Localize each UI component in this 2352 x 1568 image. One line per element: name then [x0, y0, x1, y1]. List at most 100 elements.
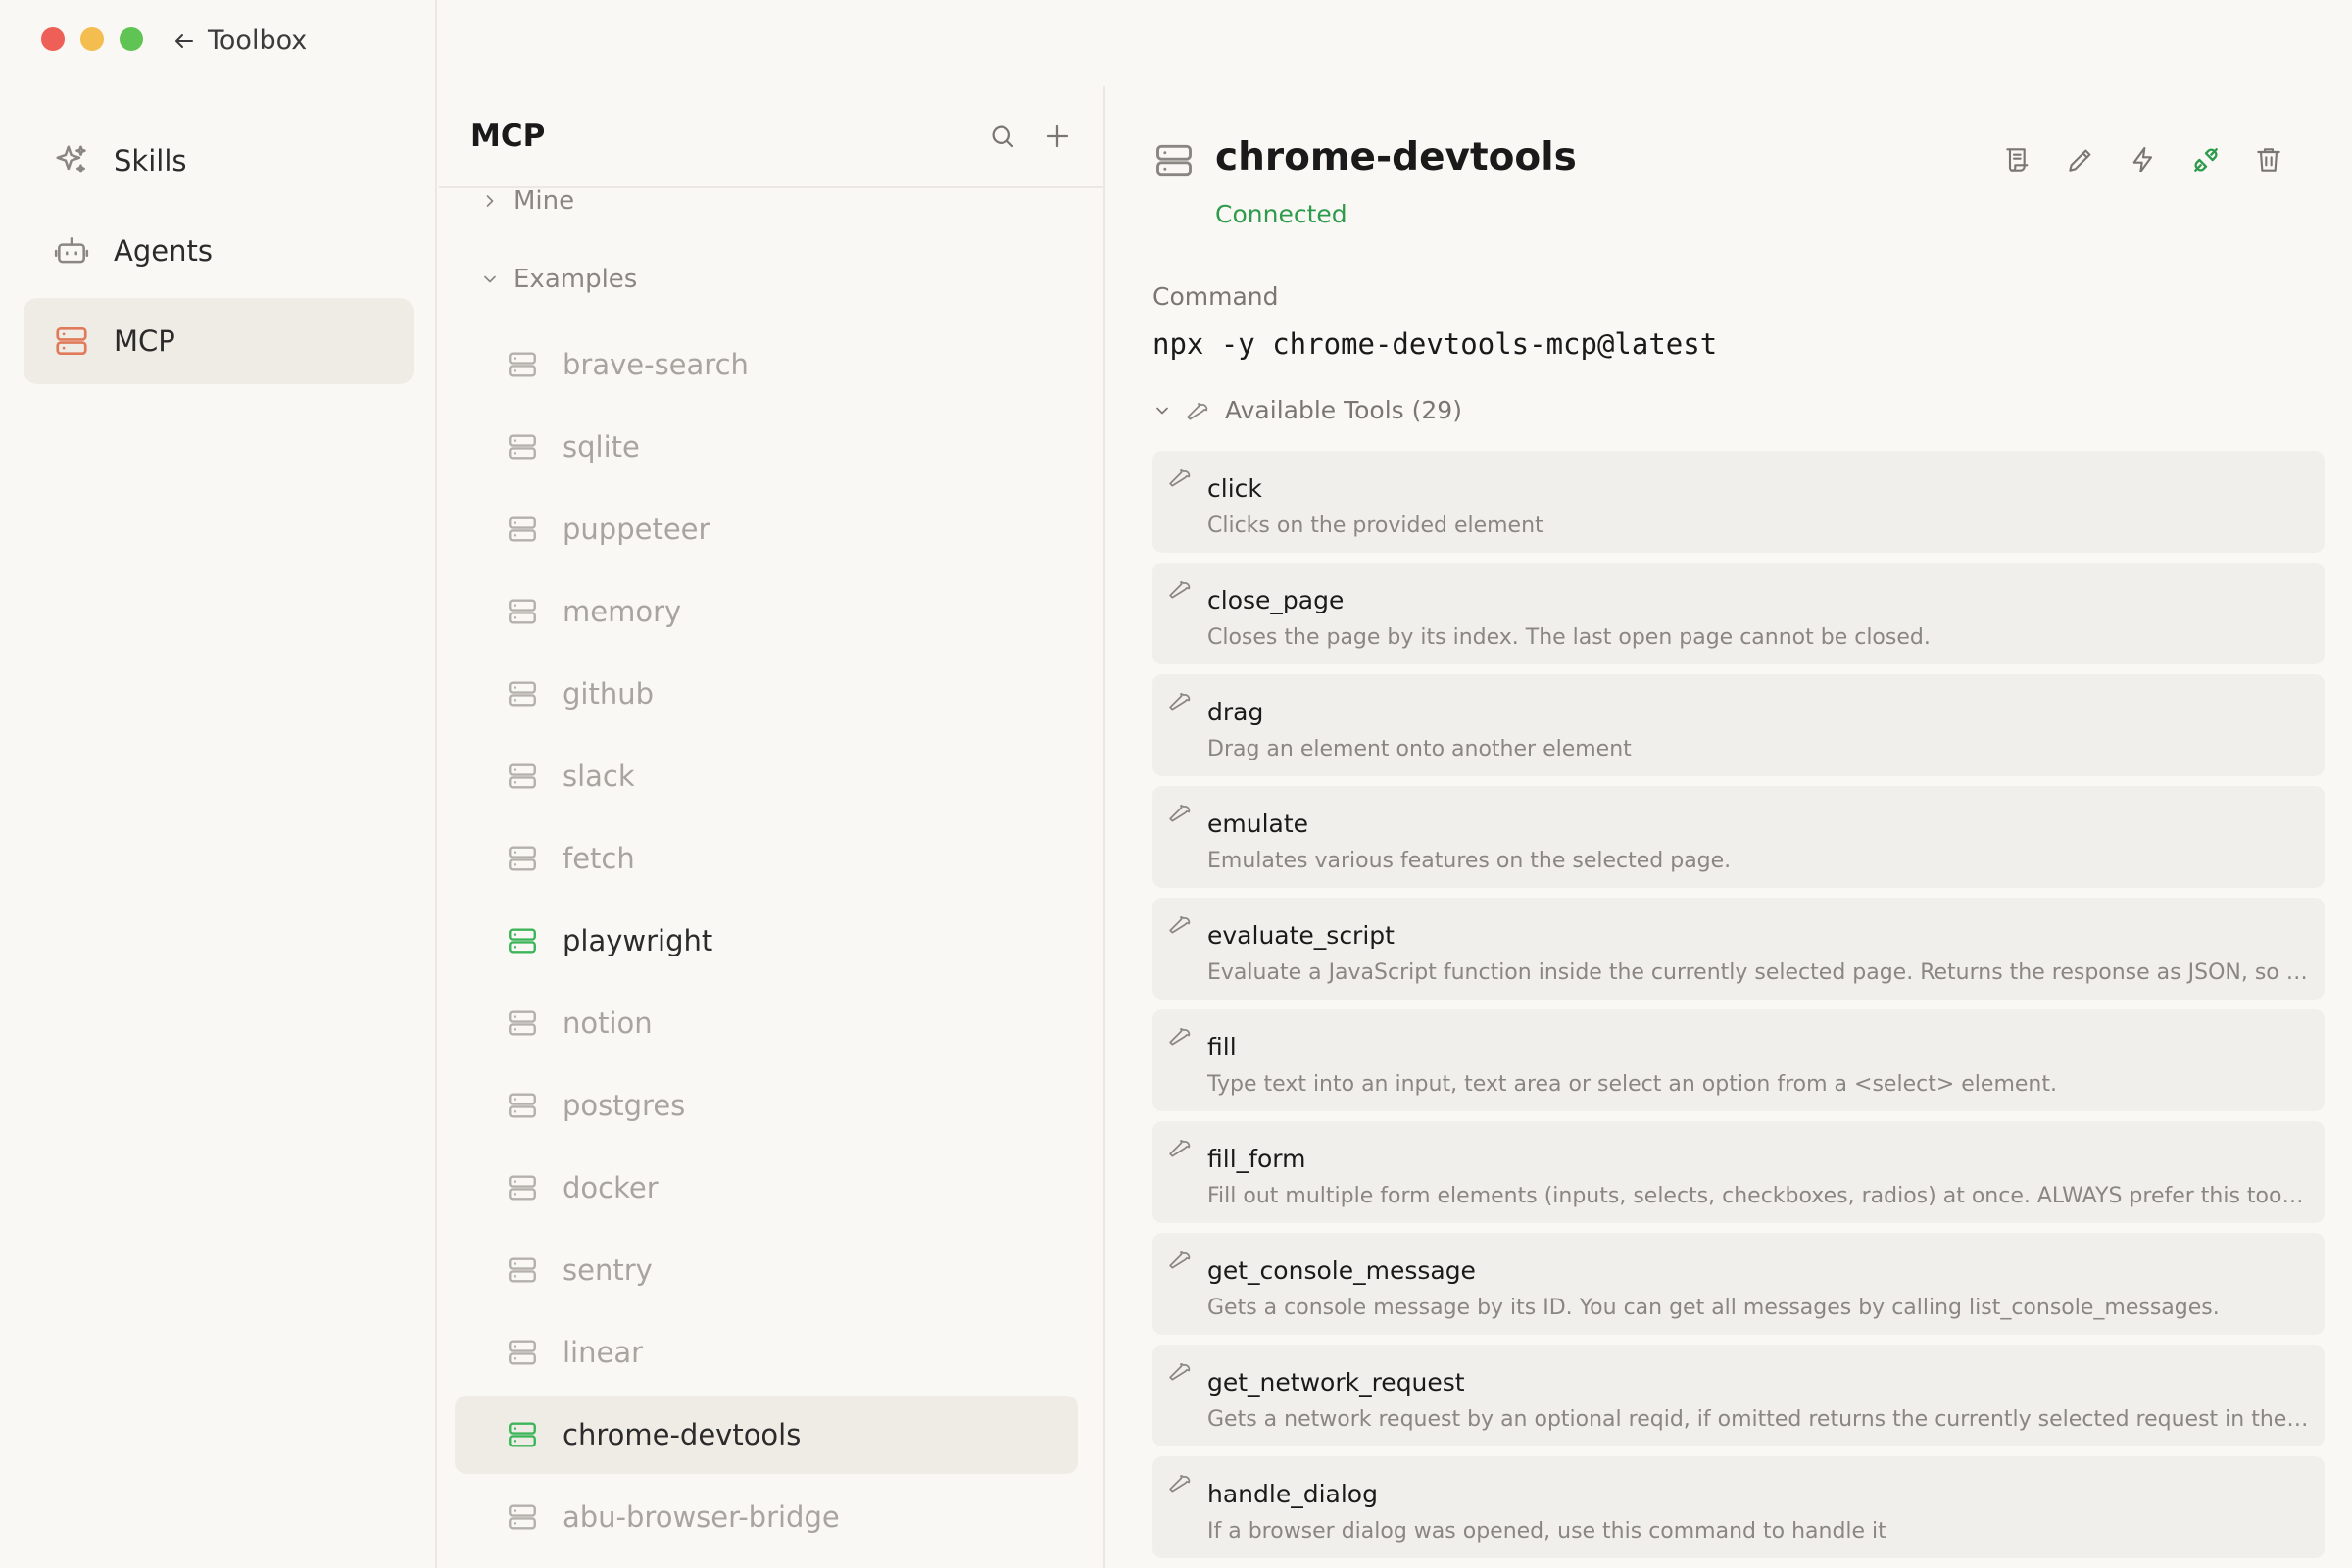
- tool-name: get_console_message: [1207, 1256, 1476, 1285]
- lightning-icon[interactable]: [2125, 141, 2162, 178]
- wrench-icon: [1168, 1358, 1194, 1384]
- sidebar-item-label: MCP: [114, 324, 175, 358]
- list-title: MCP: [470, 119, 546, 154]
- search-icon[interactable]: [988, 122, 1017, 151]
- server-item-abu-browser-bridge[interactable]: abu-browser-bridge: [455, 1478, 1078, 1556]
- tool-item[interactable]: evaluate_script Evaluate a JavaScript fun…: [1152, 898, 2325, 1000]
- command-value: npx -y chrome-devtools-mcp@latest: [1152, 327, 1718, 361]
- tool-item[interactable]: handle_dialog If a browser dialog was ope…: [1152, 1456, 2325, 1558]
- server-item-label: fetch: [563, 842, 635, 875]
- sidebar-item-label: Skills: [114, 144, 187, 177]
- server-icon: [506, 430, 539, 464]
- group-mine[interactable]: Mine: [439, 176, 574, 225]
- server-item-playwright[interactable]: playwright: [455, 902, 1078, 980]
- sidebar-nav: Skills Agents MCP: [0, 0, 437, 1568]
- sidebar-item-mcp[interactable]: MCP: [24, 298, 414, 384]
- tool-description: Gets a console message by its ID. You ca…: [1207, 1296, 2220, 1320]
- server-item-docker[interactable]: docker: [455, 1149, 1078, 1227]
- server-item-memory[interactable]: memory: [455, 572, 1078, 651]
- tool-description: Closes the page by its index. The last o…: [1207, 625, 1931, 650]
- server-icon: [506, 1500, 539, 1534]
- server-item-puppeteer[interactable]: puppeteer: [455, 490, 1078, 568]
- server-item-label: github: [563, 677, 655, 710]
- group-examples[interactable]: Examples: [439, 255, 637, 304]
- tool-name: handle_dialog: [1207, 1480, 1378, 1508]
- server-item-label: sentry: [563, 1253, 653, 1287]
- server-icon: [506, 595, 539, 628]
- available-tools-label: Available Tools (29): [1225, 396, 1462, 424]
- tool-description: Evaluate a JavaScript function inside th…: [1207, 960, 2309, 985]
- tool-name: drag: [1207, 698, 1264, 726]
- server-item-sqlite[interactable]: sqlite: [455, 408, 1078, 486]
- logs-icon[interactable]: [1999, 141, 2036, 178]
- tool-item[interactable]: click Clicks on the provided element: [1152, 451, 2325, 553]
- available-tools-toggle[interactable]: Available Tools (29): [1152, 396, 1462, 424]
- wrench-icon: [1168, 1023, 1194, 1049]
- server-icon: [506, 1171, 539, 1204]
- tool-item[interactable]: emulate Emulates various features on the …: [1152, 786, 2325, 888]
- server-icon: [506, 924, 539, 957]
- plug-connected-icon[interactable]: [2187, 141, 2225, 178]
- tool-item[interactable]: fill Type text into an input, text area o…: [1152, 1009, 2325, 1111]
- server-item-linear[interactable]: linear: [455, 1313, 1078, 1392]
- wrench-icon: [1168, 576, 1194, 602]
- robot-icon: [53, 232, 90, 270]
- server-icon: [506, 348, 539, 381]
- tool-name: emulate: [1207, 809, 1309, 838]
- server-icon: [506, 1336, 539, 1369]
- server-item-label: puppeteer: [563, 513, 710, 546]
- server-item-label: slack: [563, 760, 635, 793]
- server-item-notion[interactable]: notion: [455, 984, 1078, 1062]
- tool-description: Clicks on the provided element: [1207, 514, 1544, 538]
- server-list-panel: MCP Mine Examples brave-search sqlite pupp…: [439, 86, 1105, 1568]
- server-icon: [506, 677, 539, 710]
- server-icon: [506, 760, 539, 793]
- server-item-label: brave-search: [563, 348, 749, 381]
- server-title: chrome-devtools: [1215, 135, 1577, 179]
- server-item-label: sqlite: [563, 430, 640, 464]
- tool-item[interactable]: drag Drag an element onto another element: [1152, 674, 2325, 776]
- server-item-label: memory: [563, 595, 682, 628]
- tool-description: Fill out multiple form elements (inputs,…: [1207, 1184, 2309, 1208]
- wrench-icon: [1168, 1470, 1194, 1495]
- pencil-icon[interactable]: [2062, 141, 2099, 178]
- server-item-brave-search[interactable]: brave-search: [455, 325, 1078, 404]
- server-detail-panel: chrome-devtools Connected Command npx -y…: [1107, 86, 2352, 1568]
- command-label: Command: [1152, 282, 1279, 311]
- server-item-chrome-devtools[interactable]: chrome-devtools: [455, 1396, 1078, 1474]
- server-item-postgres[interactable]: postgres: [455, 1066, 1078, 1145]
- sidebar-item-agents[interactable]: Agents: [24, 208, 414, 294]
- server-item-fetch[interactable]: fetch: [455, 819, 1078, 898]
- tool-item[interactable]: close_page Closes the page by its index. …: [1152, 563, 2325, 664]
- sparkles-icon: [53, 142, 90, 179]
- server-item-sentry[interactable]: sentry: [455, 1231, 1078, 1309]
- tool-description: Emulates various features on the selecte…: [1207, 849, 1732, 873]
- wrench-icon: [1168, 1135, 1194, 1160]
- server-icon: [506, 1089, 539, 1122]
- trash-icon[interactable]: [2250, 141, 2287, 178]
- tool-name: click: [1207, 474, 1262, 503]
- tool-item[interactable]: get_network_request Gets a network reques…: [1152, 1345, 2325, 1446]
- server-item-label: playwright: [563, 924, 713, 957]
- tool-name: fill_form: [1207, 1145, 1306, 1173]
- tool-description: Gets a network request by an optional re…: [1207, 1407, 2309, 1432]
- list-header: MCP: [439, 86, 1103, 188]
- server-icon: [1152, 139, 1196, 182]
- server-item-label: docker: [563, 1171, 659, 1204]
- server-icon: [506, 1006, 539, 1040]
- wrench-icon: [1168, 1247, 1194, 1272]
- server-icon: [506, 513, 539, 546]
- server-item-github[interactable]: github: [455, 655, 1078, 733]
- server-item-label: postgres: [563, 1089, 686, 1122]
- chevron-right-icon: [480, 191, 500, 211]
- sidebar-item-skills[interactable]: Skills: [24, 118, 414, 204]
- wrench-icon: [1168, 688, 1194, 713]
- server-item-label: abu-browser-bridge: [563, 1500, 840, 1534]
- server-icon: [53, 322, 90, 360]
- connection-status: Connected: [1215, 200, 1348, 228]
- tool-item[interactable]: fill_form Fill out multiple form elements…: [1152, 1121, 2325, 1223]
- tool-item[interactable]: get_console_message Gets a console messag…: [1152, 1233, 2325, 1335]
- server-item-slack[interactable]: slack: [455, 737, 1078, 815]
- add-icon[interactable]: [1043, 122, 1072, 151]
- wrench-icon: [1168, 911, 1194, 937]
